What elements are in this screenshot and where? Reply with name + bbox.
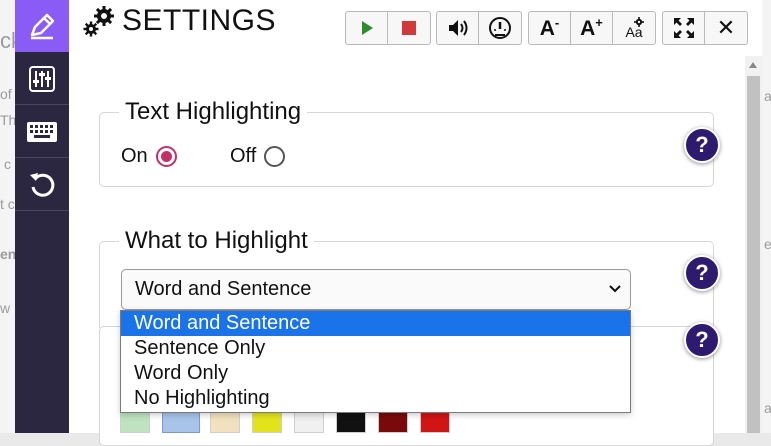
help-button-text-highlighting[interactable]: ? [684, 127, 720, 163]
color-swatch[interactable] [420, 410, 450, 433]
page-title: SETTINGS [82, 4, 276, 38]
background-text: t c [0, 196, 15, 212]
highlight-on-option[interactable]: On [121, 145, 177, 168]
scrollbar-thumb[interactable] [747, 76, 760, 433]
text-highlighting-legend: Text Highlighting [119, 98, 308, 126]
color-swatch[interactable] [162, 410, 200, 433]
font-settings-button[interactable]: Aa [613, 12, 655, 44]
highlight-type-select[interactable]: Word and Sentence [121, 269, 631, 310]
background-text: of [0, 86, 12, 102]
background-text: w [0, 300, 11, 316]
color-swatch[interactable] [252, 410, 282, 433]
background-page-right: a e a [762, 0, 771, 433]
font-controls: A- A+ Aa [528, 11, 656, 45]
sliders-icon [29, 65, 55, 92]
speed-button[interactable] [479, 12, 521, 44]
gear-icon [634, 17, 644, 27]
color-swatch[interactable] [120, 410, 150, 433]
settings-title: SETTINGS [122, 4, 277, 37]
play-icon [361, 21, 373, 35]
dropdown-option[interactable]: Sentence Only [121, 336, 630, 361]
volume-button[interactable] [437, 12, 479, 44]
gears-icon [83, 6, 114, 37]
select-value: Word and Sentence [135, 278, 312, 300]
scroll-up-arrow-icon[interactable] [749, 62, 757, 68]
color-swatch[interactable] [294, 410, 324, 433]
help-button-what-to-highlight[interactable]: ? [684, 255, 720, 291]
close-icon: ✕ [716, 15, 736, 40]
highlight-off-option[interactable]: Off [230, 145, 286, 168]
background-text: a [764, 88, 771, 104]
background-text: en [0, 246, 15, 262]
background-text: c [4, 156, 11, 172]
settings-sidebar [15, 0, 69, 433]
reset-icon [30, 172, 55, 197]
on-label: On [121, 145, 148, 167]
font-increase-label: A+ [580, 15, 603, 40]
dropdown-option[interactable]: No Highlighting [121, 386, 630, 411]
dropdown-option[interactable]: Word and Sentence [121, 311, 630, 336]
background-page-left: ck of Th c t c en w [0, 0, 15, 433]
font-decrease-label: A- [539, 15, 560, 40]
sidebar-item-highlight[interactable] [15, 0, 69, 52]
pencil-icon [30, 13, 55, 40]
keyboard-icon [27, 121, 57, 142]
highlight-on-radio[interactable] [155, 146, 177, 167]
color-swatches [120, 410, 462, 433]
highlight-type-dropdown: Word and Sentence Sentence Only Word Onl… [120, 310, 631, 413]
expand-icon [673, 18, 694, 38]
background-text: a [764, 400, 771, 416]
sidebar-item-keyboard[interactable] [15, 106, 69, 158]
close-button[interactable]: ✕ [705, 12, 747, 44]
background-text: e [764, 236, 771, 252]
chevron-down-icon [609, 285, 621, 293]
off-label: Off [230, 145, 257, 167]
speaker-icon [448, 20, 467, 36]
what-to-highlight-legend: What to Highlight [119, 227, 314, 255]
stop-icon [402, 21, 416, 35]
font-increase-button[interactable]: A+ [571, 12, 613, 44]
play-button[interactable] [346, 12, 388, 44]
help-button-highlight-color[interactable]: ? [684, 322, 720, 358]
background-text: Th [0, 112, 15, 128]
highlight-off-radio[interactable] [264, 146, 286, 167]
color-swatch[interactable] [210, 410, 240, 433]
color-swatch[interactable] [336, 410, 366, 433]
speedometer-icon [489, 17, 511, 39]
fullscreen-button[interactable] [663, 12, 705, 44]
dropdown-option[interactable]: Word Only [121, 361, 630, 386]
sidebar-item-reset[interactable] [15, 159, 69, 211]
background-text: ck [0, 28, 15, 53]
playback-controls [345, 11, 431, 45]
window-controls: ✕ [662, 11, 748, 45]
stop-button[interactable] [388, 12, 430, 44]
color-swatch[interactable] [378, 410, 408, 433]
sidebar-item-settings[interactable] [15, 53, 69, 105]
audio-controls [436, 11, 522, 45]
font-decrease-button[interactable]: A- [529, 12, 571, 44]
